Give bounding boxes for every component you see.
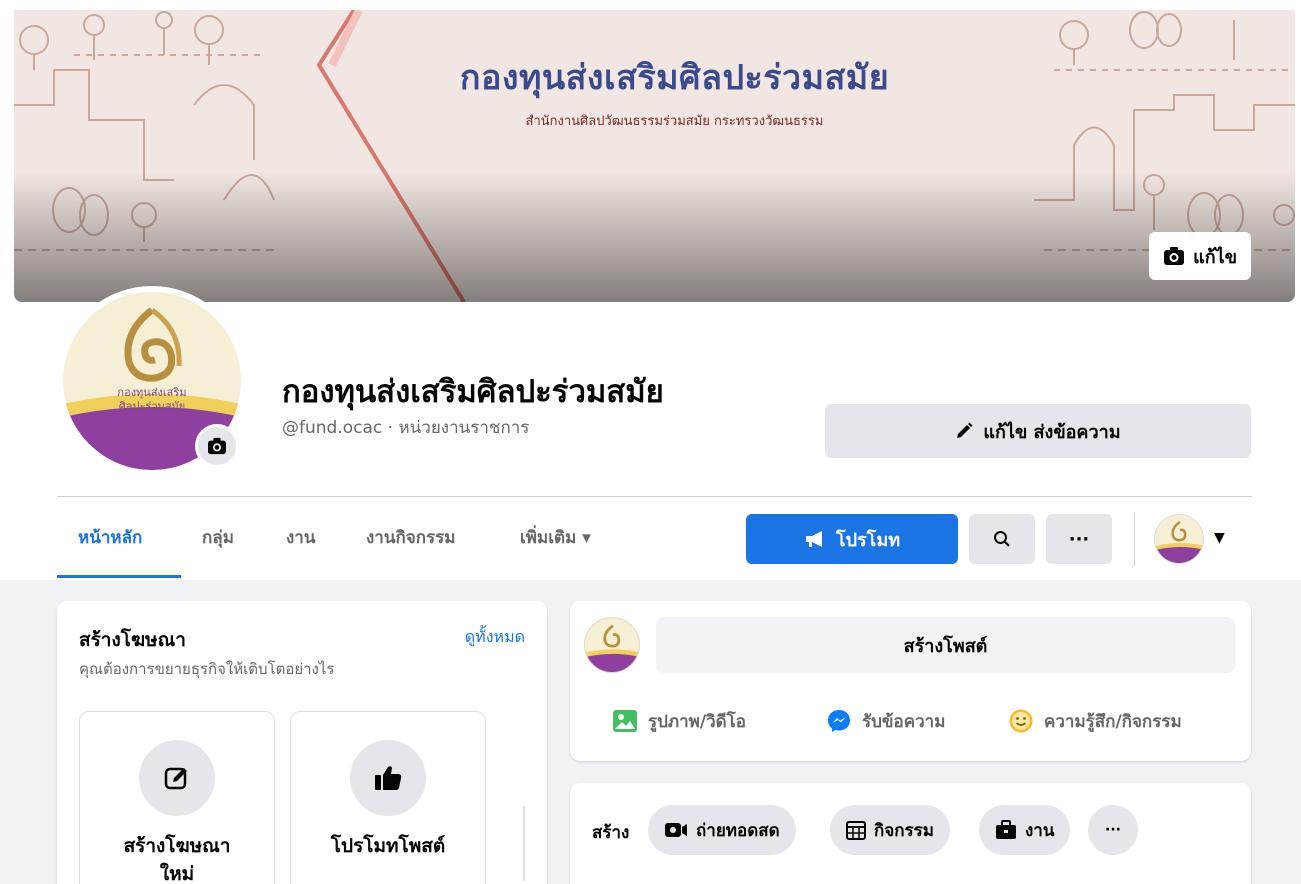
edit-send-message-label: แก้ไข ส่งข้อความ [983,421,1121,443]
live-video-icon [665,823,687,837]
composer-avatar[interactable] [584,617,640,673]
tab-jobs[interactable]: งาน [286,524,315,551]
create-ad-card: สร้างโฆษณา ดูทั้งหมด คุณต้องการขยายธุรกิ… [57,601,547,884]
create-bar-label: สร้าง [592,823,630,843]
page-handle: @fund.ocac · หน่วยงานราชการ [282,418,530,438]
job-label: งาน [1025,820,1055,841]
thumbs-up-icon [375,766,402,790]
event-label: กิจกรรม [874,820,935,841]
edit-cover-label: แก้ไข [1193,246,1237,268]
svg-text:ศิลปะร่วมสมัย: ศิลปะร่วมสมัย [119,400,185,413]
calendar-icon [846,821,866,840]
create-post-button[interactable]: สร้างโพสต์ [656,617,1235,673]
promote-button[interactable]: โปรโมท [746,514,958,564]
live-video-button[interactable]: ถ่ายทอดสด [648,805,796,855]
nav-separator [1134,512,1135,566]
tab-groups[interactable]: กลุ่ม [202,524,234,551]
photo-video-action[interactable]: รูปภาพ/วิดีโอ [612,703,746,739]
pencil-icon [957,422,973,438]
search-button[interactable] [969,514,1035,564]
edit-send-message-button[interactable]: แก้ไข ส่งข้อความ [825,404,1251,458]
promote-label: โปรโมท [835,529,901,551]
see-all-link[interactable]: ดูทั้งหมด [465,625,525,650]
svg-text:กองทุนส่งเสริม: กองทุนส่งเสริม [117,386,186,399]
photo-video-label: รูปภาพ/วิดีโอ [648,711,747,732]
promote-post-label: โปรโมทโพสต์ [330,835,446,857]
cover-shade [14,172,1295,302]
edit-icon [164,767,187,790]
create-new-ad-label: สร้างโฆษณา ใหม่ [80,832,274,884]
tab-home[interactable]: หน้าหลัก [78,524,142,551]
camera-icon [1164,247,1185,265]
photo-icon [613,710,637,732]
update-avatar-button[interactable] [195,424,239,468]
get-messages-action[interactable]: รับข้อความ [826,703,945,739]
camera-icon [208,437,226,455]
page-switch-avatar[interactable] [1154,514,1204,564]
more-options-button[interactable]: ··· [1046,514,1112,564]
tab-more[interactable]: เพิ่มเติม ▾ [520,524,591,551]
create-new-ad-label-line1: สร้างโฆษณา [123,835,231,857]
cover-title: กองทุนส่งเสริมศิลปะร่วมสมัย [459,58,890,98]
create-new-ad-icon-bg [139,740,215,816]
megaphone-icon [805,531,822,547]
briefcase-icon [996,820,1016,839]
cover-photo[interactable]: กองทุนส่งเสริมศิลปะร่วมสมัย สำนักงานศิลป… [14,10,1295,302]
tab-events[interactable]: งานกิจกรรม [366,524,455,551]
create-ad-title: สร้างโฆษณา [79,629,186,651]
messenger-icon [828,710,850,732]
create-ad-subtitle: คุณต้องการขยายธุรกิจให้เติบโตอย่างไร [79,660,335,678]
promote-post-option[interactable]: โปรโมทโพสต์ [290,711,486,884]
feeling-activity-label: ความรู้สึก/กิจกรรม [1044,711,1182,732]
live-video-label: ถ่ายทอดสด [696,820,780,841]
scrollbar[interactable] [523,806,525,881]
more-options-label: ··· [1068,528,1090,550]
create-new-ad-label-line2: ใหม่ [159,863,195,884]
event-button[interactable]: กิจกรรม [830,805,951,855]
edit-cover-button[interactable]: แก้ไข [1149,232,1251,280]
get-messages-label: รับข้อความ [862,711,946,732]
cover-subtitle: สำนักงานศิลปวัฒนธรรมร่วมสมัย กระทรวงวัฒน… [525,114,824,129]
create-new-ad-option[interactable]: สร้างโฆษณา ใหม่ [79,711,275,884]
job-button[interactable]: งาน [979,805,1071,855]
create-bar-card: สร้าง ถ่ายทอดสด กิจกรรม งาน ··· [570,783,1251,884]
create-more-button[interactable]: ··· [1088,805,1138,855]
page-name: กองทุนส่งเสริมศิลปะร่วมสมัย [282,374,664,410]
header-divider [57,496,1252,497]
smile-icon [1009,709,1033,733]
search-icon [994,531,1010,547]
active-tab-indicator [57,575,181,578]
feeling-activity-action[interactable]: ความรู้สึก/กิจกรรม [1008,703,1182,739]
post-composer-card: สร้างโพสต์ รูปภาพ/วิดีโอ รับข้อความ ความ… [570,601,1251,761]
caret-down-icon[interactable]: ▼ [1214,530,1225,546]
promote-post-icon-bg [350,740,426,816]
